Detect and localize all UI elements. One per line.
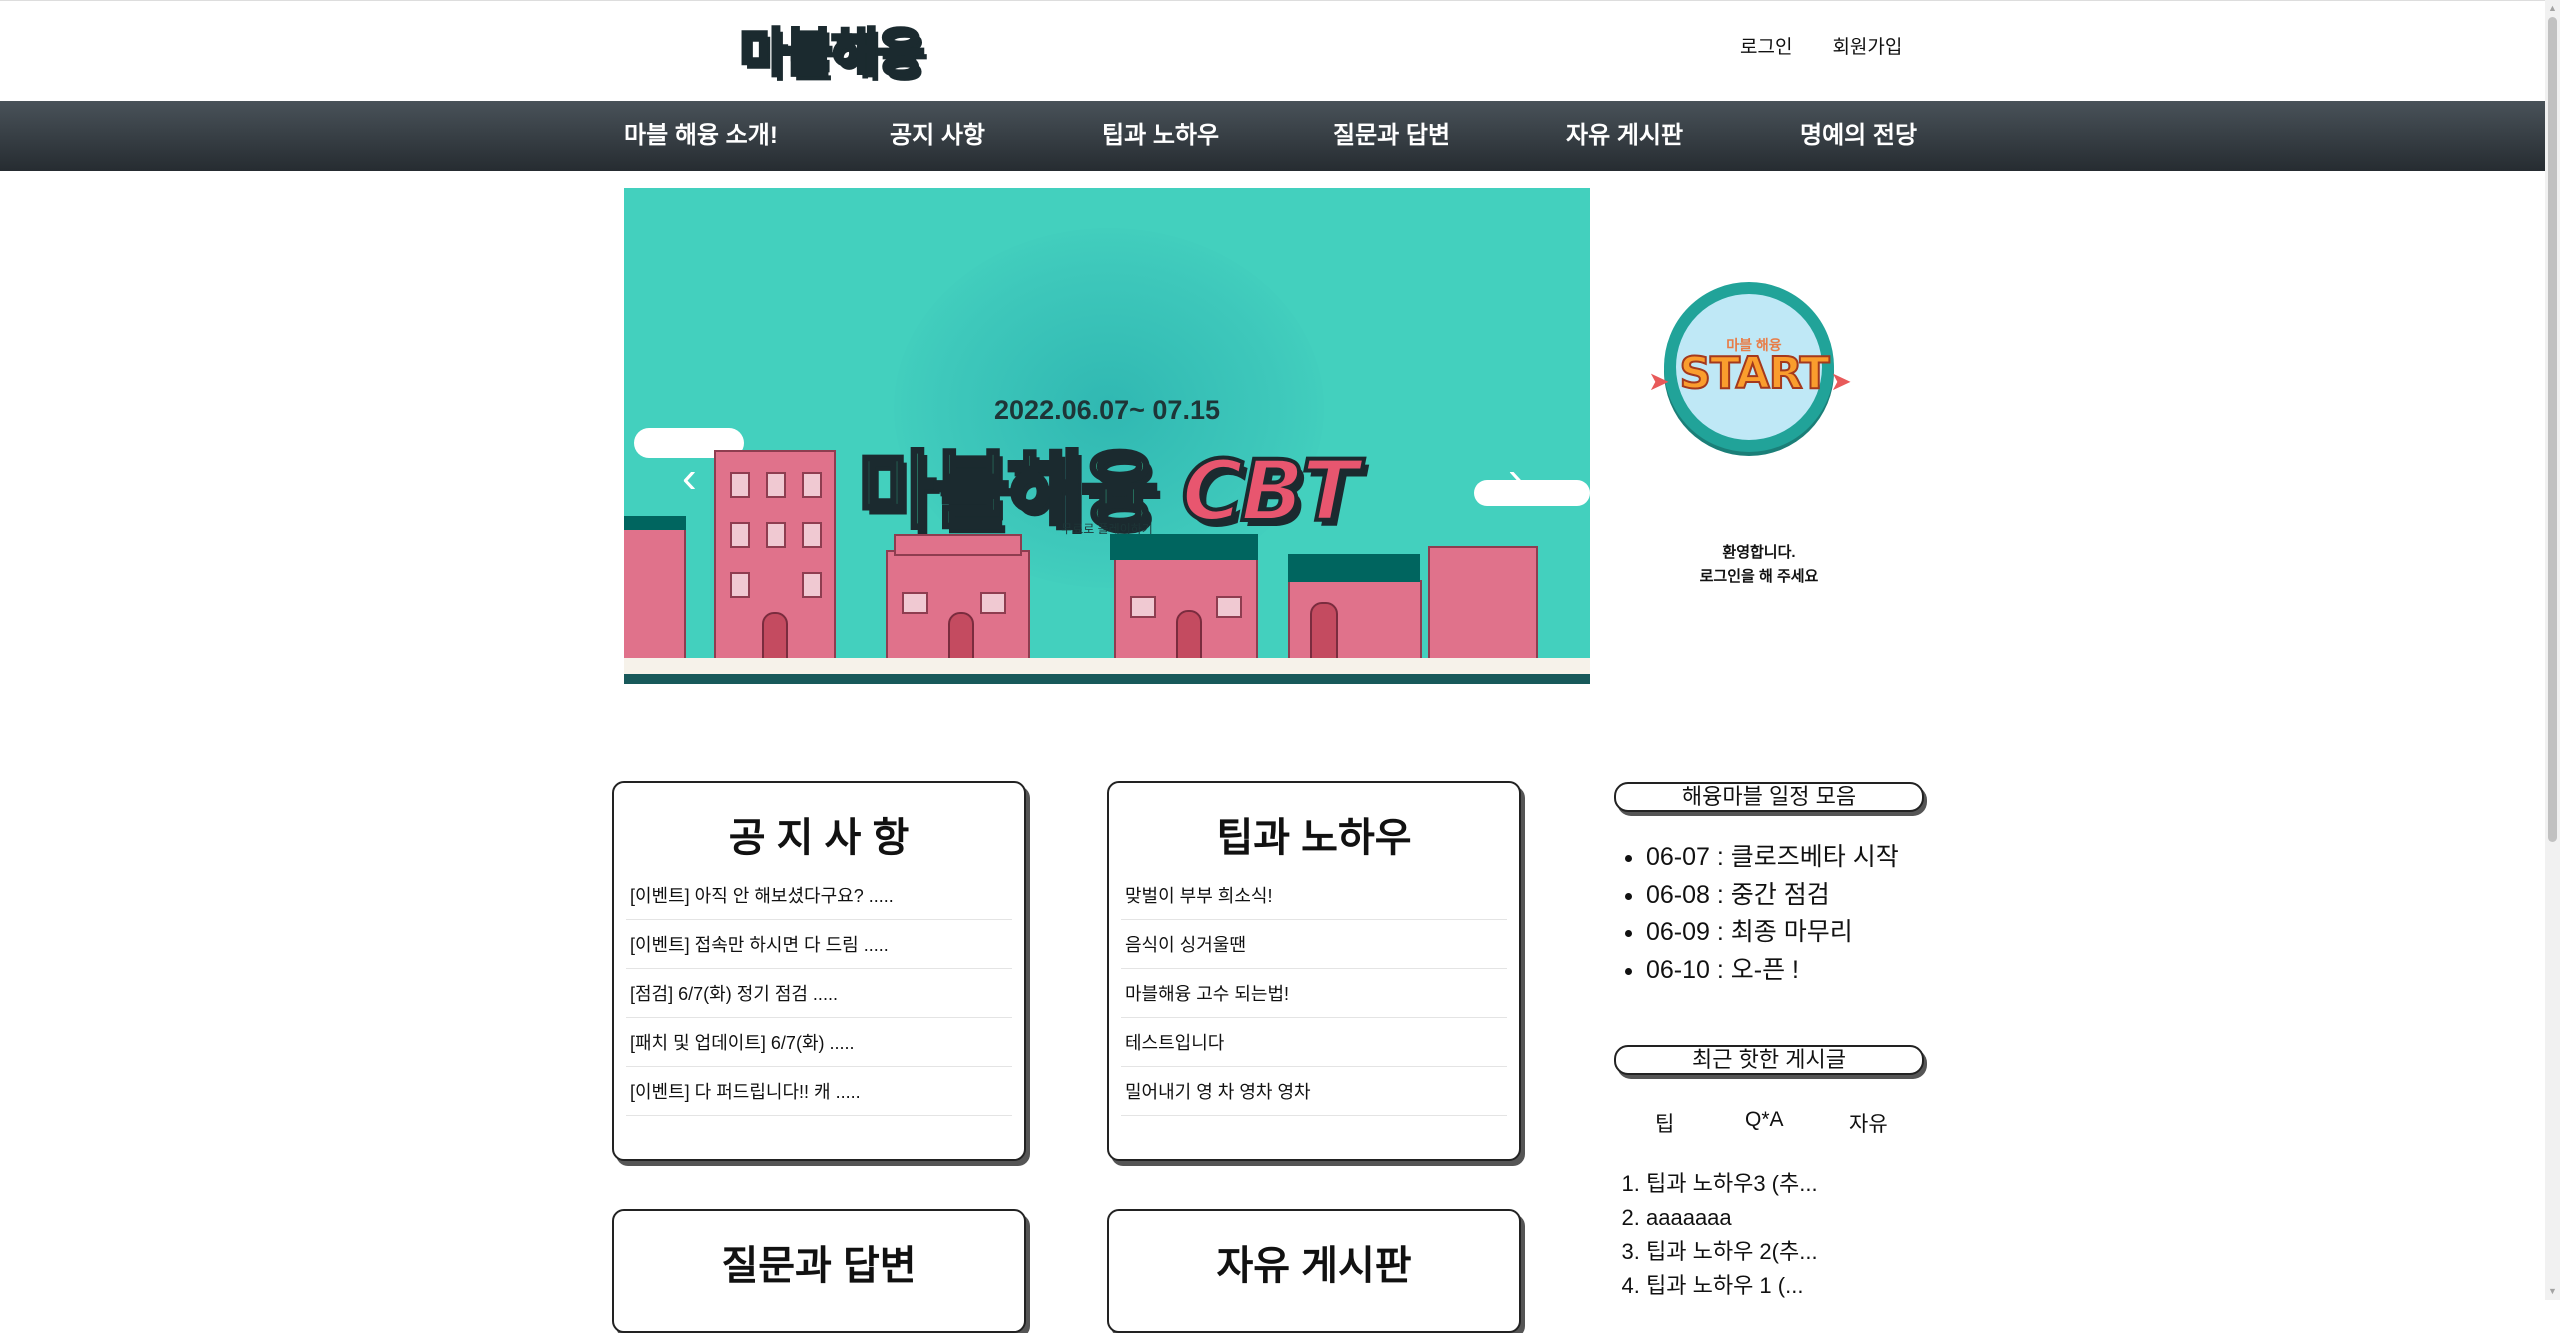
tips-list: 맞벌이 부부 희소식! 음식이 싱거울땐 마블해융 고수 되는법! 테스트입니다…: [1121, 871, 1507, 1116]
start-button[interactable]: 마블 해융 START ➤ ➤: [1648, 280, 1854, 476]
welcome-message: 환영합니다. 로그인을 해 주세요: [1654, 541, 1864, 589]
notice-item[interactable]: [이벤트] 아직 안 해보셨다구요? .....: [626, 871, 1012, 920]
notice-board-title[interactable]: 공 지 사 항: [614, 805, 1024, 861]
tips-board: 팁과 노하우 맞벌이 부부 희소식! 음식이 싱거울땐 마블해융 고수 되는법!…: [1107, 781, 1521, 1161]
banner-date: 2022.06.07~ 07.15: [994, 395, 1220, 425]
nav-item-hall-of-fame[interactable]: 명예의 전당: [1800, 101, 1917, 171]
nav-item-free-board[interactable]: 자유 게시판: [1566, 101, 1683, 171]
schedule-item: 06-10 : 오-픈 !: [1646, 952, 1899, 990]
house-6: [1428, 546, 1538, 660]
scroll-down-icon[interactable]: ▼: [2545, 1283, 2560, 1300]
tab-free[interactable]: 자유: [1849, 1108, 1888, 1138]
notice-item[interactable]: [점검] 6/7(화) 정기 점검 .....: [626, 969, 1012, 1018]
free-board-title[interactable]: 자유 게시판: [1109, 1233, 1519, 1289]
schedule-item: 06-09 : 최종 마무리: [1646, 914, 1899, 952]
arrow-right-icon: ➤: [1830, 366, 1852, 396]
tips-item[interactable]: 음식이 싱거울땐: [1121, 920, 1507, 969]
hot-post-item[interactable]: 팁과 노하우3 (추...: [1646, 1167, 1818, 1201]
hot-post-item[interactable]: 팁과 노하우 1 (...: [1646, 1269, 1818, 1303]
notice-item[interactable]: [이벤트] 다 퍼드립니다!! 캐 .....: [626, 1067, 1012, 1116]
nav-item-intro[interactable]: 마블 해융 소개!: [624, 101, 778, 171]
house-2: [714, 450, 836, 660]
house-1-roof: [624, 516, 686, 530]
logo-text: 마블해융: [738, 22, 926, 85]
arrow-left-icon: ➤: [1648, 366, 1670, 396]
hot-post-item[interactable]: aaaaaaa: [1646, 1201, 1818, 1235]
page: 마블해융 로그인 회원가입 마블 해융 소개! 공지 사항 팁과 노하우 질문과…: [0, 0, 2545, 1333]
banner-ground: [624, 658, 1590, 674]
nav-item-qna[interactable]: 질문과 답변: [1333, 101, 1450, 171]
banner-base: [624, 674, 1590, 684]
hot-posts-heading: 최근 핫한 게시글: [1614, 1045, 1924, 1075]
notice-board: 공 지 사 항 [이벤트] 아직 안 해보셨다구요? ..... [이벤트] 접…: [612, 781, 1026, 1161]
tips-item[interactable]: 마블해융 고수 되는법!: [1121, 969, 1507, 1018]
tab-qna[interactable]: Q*A: [1745, 1108, 1784, 1132]
notice-item[interactable]: [패치 및 업데이트] 6/7(화) .....: [626, 1018, 1012, 1067]
tips-item[interactable]: 밀어내기 영 차 영차 영차: [1121, 1067, 1507, 1116]
hot-posts-list: 팁과 노하우3 (추... aaaaaaa 팁과 노하우 2(추... 팁과 노…: [1622, 1167, 1818, 1303]
nav-item-notice[interactable]: 공지 사항: [890, 101, 985, 171]
start-label: START: [1678, 347, 1830, 400]
banner-next-arrow[interactable]: ›: [1508, 453, 1523, 503]
qna-board-title[interactable]: 질문과 답변: [614, 1233, 1024, 1289]
account-links: 로그인 회원가입: [1740, 32, 1902, 59]
welcome-line-2: 로그인을 해 주세요: [1699, 568, 1819, 585]
schedule-heading: 해융마블 일정 모음: [1614, 782, 1924, 812]
vertical-scrollbar[interactable]: ▲ ▼: [2545, 0, 2560, 1300]
scroll-up-icon[interactable]: ▲: [2545, 0, 2560, 17]
login-link[interactable]: 로그인: [1740, 32, 1792, 59]
qna-board: 질문과 답변: [612, 1209, 1026, 1333]
house-5: [1288, 580, 1422, 660]
signup-link[interactable]: 회원가입: [1832, 32, 1902, 59]
house-5-roof: [1288, 554, 1420, 582]
tips-item[interactable]: 테스트입니다: [1121, 1018, 1507, 1067]
notice-item[interactable]: [이벤트] 접속만 하시면 다 드림 .....: [626, 920, 1012, 969]
schedule-item: 06-08 : 중간 점검: [1646, 877, 1899, 915]
scrollbar-thumb[interactable]: [2548, 17, 2557, 842]
schedule-item: 06-07 : 클로즈베타 시작: [1646, 839, 1899, 877]
hot-post-item[interactable]: 팁과 노하우 2(추...: [1646, 1235, 1818, 1269]
house-1: [624, 528, 686, 660]
tab-tips[interactable]: 팁: [1655, 1108, 1674, 1138]
tips-item[interactable]: 맞벌이 부부 희소식!: [1121, 871, 1507, 920]
nav-item-tips[interactable]: 팁과 노하우: [1102, 101, 1219, 171]
banner-prev-arrow[interactable]: ‹: [682, 453, 697, 503]
welcome-line-1: 환영합니다.: [1722, 544, 1796, 561]
main-nav: 마블 해융 소개! 공지 사항 팁과 노하우 질문과 답변 자유 게시판 명예의…: [0, 101, 2545, 171]
house-4-roof: [1110, 534, 1258, 560]
house-3-roof: [894, 534, 1022, 556]
tips-board-title[interactable]: 팁과 노하우: [1109, 805, 1519, 861]
schedule-list: 06-07 : 클로즈베타 시작 06-08 : 중간 점검 06-09 : 최…: [1622, 839, 1899, 989]
house-4: [1114, 558, 1258, 660]
free-board: 자유 게시판: [1107, 1209, 1521, 1333]
house-3: [886, 550, 1030, 660]
notice-list: [이벤트] 아직 안 해보셨다구요? ..... [이벤트] 접속만 하시면 다…: [626, 871, 1012, 1116]
event-banner[interactable]: 2022.06.07~ 07.15 마블해융 CBT 무료로 플레이하기 ‹ ›: [624, 188, 1590, 684]
site-logo[interactable]: 마블해융: [730, 15, 932, 85]
